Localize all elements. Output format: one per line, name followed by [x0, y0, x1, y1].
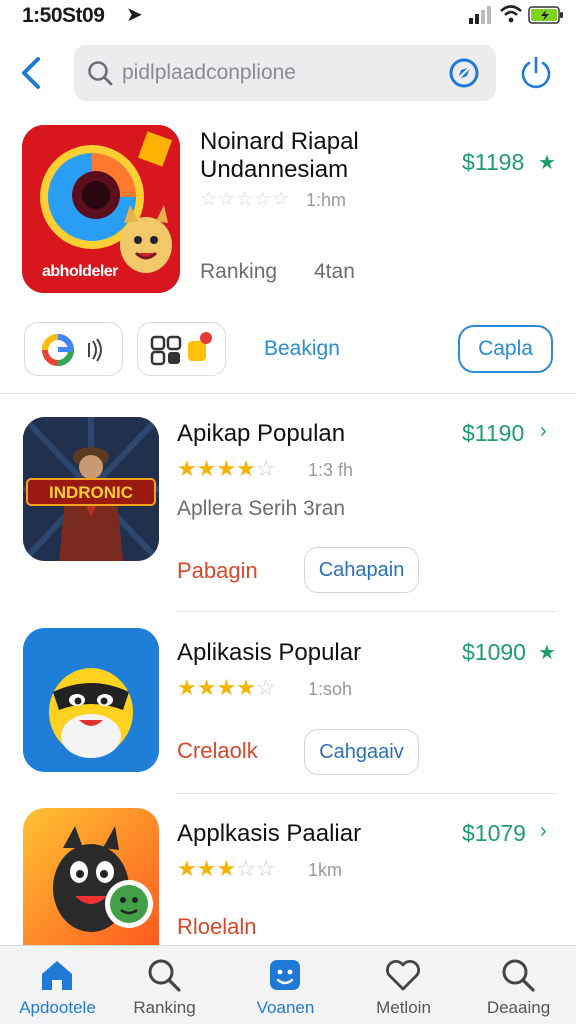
list-item-title[interactable]: Apikap Populan [177, 420, 345, 448]
list-item-action[interactable]: Crelaolk [177, 738, 258, 764]
star-icon: ★ [538, 642, 556, 664]
google-g-icon [42, 334, 102, 366]
tab-label: Apdootele [19, 998, 96, 1017]
search-input[interactable] [122, 55, 442, 91]
heart-icon [386, 960, 420, 991]
tab-ranking[interactable]: Ranking [107, 946, 222, 1024]
rating-stars: ★★★★☆ [177, 456, 276, 481]
wifi-icon [500, 5, 522, 23]
featured-review-count: 1:hm [306, 190, 347, 210]
game-logo-text: INDRONIC [49, 483, 133, 502]
list-item-action[interactable]: Rloelaln [177, 914, 257, 940]
app-store-screen: 1:50St09 ➤ pidlplaadconplione abholdeler… [0, 0, 576, 1024]
featured-app-icon[interactable]: abholdeler [22, 125, 180, 293]
list-item-price[interactable]: $1079 [462, 820, 526, 847]
search-icon [502, 959, 535, 992]
review-count: 1km [308, 860, 343, 880]
signal-icon [469, 6, 491, 24]
rating-stars: ★★★☆☆ [177, 856, 276, 881]
rating-stars: ★★★★☆ [177, 675, 276, 700]
row-divider [177, 793, 557, 794]
tab-voanen[interactable]: Voanen [228, 946, 343, 1024]
chip-label[interactable]: Beakign [264, 337, 340, 361]
chevron-right-icon[interactable]: › [540, 420, 547, 443]
row-divider [177, 611, 557, 612]
get-button[interactable]: Cahgaaiv [304, 729, 419, 775]
game-hero-artwork: INDRONIC [23, 417, 159, 561]
review-count: 1:soh [308, 679, 353, 699]
list-item-title[interactable]: Aplikasis Popular [177, 639, 361, 667]
featured-rating-stars: ☆☆☆☆☆ [200, 189, 291, 210]
apps-grid-icon [150, 332, 212, 366]
tab-metloin[interactable]: Metloin [346, 946, 461, 1024]
featured-icon-label: abholdeler [42, 263, 118, 280]
featured-app-title[interactable]: Noinard Riapal Undannesiam [200, 128, 359, 184]
bird-mascot-artwork [23, 628, 159, 772]
back-chevron-icon[interactable] [18, 55, 46, 91]
featured-title-line1: Noinard Riapal [200, 128, 359, 155]
search-icon [88, 61, 113, 86]
list-item-icon[interactable]: INDRONIC [23, 417, 159, 561]
tab-label: Deaaing [486, 998, 551, 1017]
tab-deaaing[interactable]: Deaaing [461, 946, 576, 1024]
capla-button[interactable]: Capla [458, 325, 553, 373]
search-icon [148, 959, 181, 992]
section-divider [0, 393, 576, 394]
tab-home[interactable]: Apdootele [0, 946, 115, 1024]
list-item-subtitle: Apllera Serih 3ran [177, 497, 346, 520]
status-time: 1:50St09 [22, 4, 105, 27]
face-icon [270, 960, 300, 990]
home-icon [42, 961, 72, 990]
google-chip[interactable] [24, 322, 123, 376]
featured-title-line2: Undannesiam [200, 156, 349, 183]
app-chip[interactable] [137, 322, 226, 376]
get-button[interactable]: Cahapain [304, 547, 419, 593]
status-bar: 1:50St09 ➤ [0, 0, 576, 34]
featured-price[interactable]: $1198 [462, 149, 524, 176]
power-icon[interactable] [518, 55, 554, 91]
list-item-action[interactable]: Pabagin [177, 558, 258, 584]
featured-ranking-value: 4tan [314, 260, 355, 283]
battery-icon [528, 6, 563, 24]
tab-bar: Apdootele Ranking Voanen Metloin Deaaing [0, 945, 576, 1024]
list-item-price[interactable]: $1190 [462, 420, 524, 447]
tab-label: Voanen [256, 998, 315, 1017]
list-item-title[interactable]: Applkasis Paaliar [177, 820, 361, 848]
search-bar[interactable] [74, 45, 496, 101]
tab-label: Ranking [133, 998, 196, 1017]
list-item-icon[interactable] [23, 628, 159, 772]
cat-mascot-artwork [23, 808, 159, 945]
compass-icon[interactable] [448, 57, 480, 89]
list-item-icon[interactable] [23, 808, 159, 945]
star-icon: ★ [538, 152, 556, 174]
chevron-right-icon[interactable]: › [540, 820, 547, 843]
featured-ranking-label: Ranking [200, 260, 278, 283]
list-item-price[interactable]: $1090 [462, 639, 526, 666]
location-arrow-icon: ➤ [126, 4, 143, 26]
review-count: 1:3 fh [308, 460, 354, 480]
tab-label: Metloin [376, 998, 431, 1017]
